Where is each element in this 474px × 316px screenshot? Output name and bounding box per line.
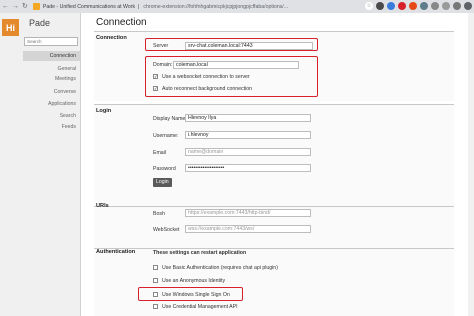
profile-avatar[interactable] [464, 2, 472, 10]
extension-icon[interactable] [398, 2, 406, 10]
display-name-field[interactable]: Hlevnoy Ilya [185, 114, 311, 122]
email-field[interactable]: name@domain [185, 148, 311, 156]
tab-title[interactable]: Pade - Unified Communications at Work [43, 4, 135, 10]
extension-icon[interactable] [431, 2, 439, 10]
page-title: Connection [96, 17, 147, 28]
uris-section-title: URIs [96, 203, 109, 209]
sidebar-item-search[interactable]: Search [60, 113, 76, 119]
credential-api-label: Use Credential Management API [162, 304, 238, 310]
sidebar-item-meetings[interactable]: Meetings [55, 76, 76, 82]
domain-options-highlight [145, 56, 318, 97]
extension-icon[interactable] [442, 2, 450, 10]
basic-auth-label: Use Basic Authentication (requires chat … [162, 265, 278, 271]
anonymous-identity-label: Use an Anonymous Identity [162, 278, 226, 284]
basic-auth-checkbox[interactable] [153, 265, 158, 270]
authentication-section [94, 248, 454, 316]
sidebar-item-feeds[interactable]: Feeds [62, 124, 76, 130]
server-highlight [145, 38, 318, 51]
sidebar-item-general[interactable]: General [58, 66, 76, 72]
credential-api-checkbox[interactable] [153, 304, 158, 309]
forward-arrow-icon[interactable]: → [12, 3, 19, 10]
scrollbar[interactable] [468, 13, 474, 316]
password-label: Password [153, 166, 176, 172]
app-logo: Hi [2, 19, 19, 36]
title-separator: | [138, 3, 140, 10]
star-icon[interactable]: ☆ [365, 2, 373, 10]
email-label: Email [153, 150, 166, 156]
bosh-field[interactable]: https://example.com:7443/http-bind/ [185, 209, 311, 217]
extension-icon[interactable] [453, 2, 461, 10]
anonymous-identity-checkbox[interactable] [153, 278, 158, 283]
windows-sso-highlight [138, 287, 243, 301]
app-name: Pade [29, 18, 51, 28]
sidebar: Hi Pade Connection General Meetings Conv… [0, 13, 81, 316]
extension-icon[interactable] [409, 2, 417, 10]
back-arrow-icon[interactable]: ← [2, 3, 9, 10]
search-input[interactable] [24, 37, 78, 46]
reload-icon[interactable]: ↻ [22, 3, 28, 10]
websocket-uri-label: WebSocket [153, 227, 180, 233]
app-window: Hi Pade Connection General Meetings Conv… [0, 13, 474, 316]
sidebar-item-applications[interactable]: Applications [48, 101, 76, 107]
authentication-note: These settings can restart application [153, 250, 247, 256]
password-field[interactable]: •••••••••••••••••••• [185, 164, 311, 172]
extension-icon[interactable] [387, 2, 395, 10]
address-bar[interactable]: chrome-extension://fohfnhgabmicpkjcpjpjo… [143, 4, 288, 10]
sidebar-item-connection[interactable]: Connection [23, 51, 80, 61]
sidebar-item-converse[interactable]: Converse [54, 89, 76, 95]
username-label: Username: [153, 133, 179, 139]
connection-section-title: Connection [96, 35, 127, 41]
extension-icon[interactable] [376, 2, 384, 10]
main-content: Connection Connection Server srv-chat.co… [90, 13, 474, 316]
username-field[interactable]: i.hlevnoy [185, 131, 311, 139]
browser-titlebar: ← → ↻ Pade - Unified Communications at W… [0, 0, 474, 13]
authentication-section-title: Authentication [96, 249, 136, 255]
extension-icons: ☆ [365, 2, 472, 10]
tab-favicon-icon [32, 3, 40, 10]
extension-icon[interactable] [420, 2, 428, 10]
login-section-title: Login [96, 108, 112, 114]
login-button[interactable]: Login [153, 178, 172, 187]
display-name-label: Display Name: [153, 116, 187, 122]
bosh-label: Bosh [153, 211, 165, 217]
websocket-uri-field[interactable]: wss://example.com:7443/ws/ [185, 225, 311, 233]
nav-arrows: ← → ↻ [2, 3, 28, 10]
